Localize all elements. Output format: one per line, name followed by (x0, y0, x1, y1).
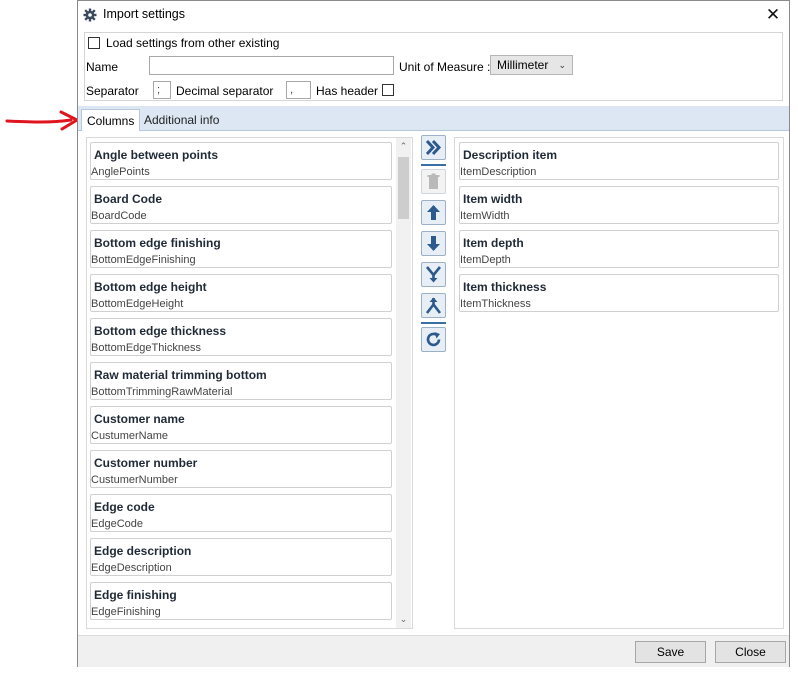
columns-tab-panel: Angle between points AnglePoints Board Cod… (78, 131, 789, 635)
has-header-checkbox[interactable] (382, 84, 394, 96)
import-settings-dialog: Import settings ✕ Load settings from oth… (77, 0, 790, 667)
reset-button[interactable] (421, 327, 446, 352)
add-all-button[interactable] (421, 135, 446, 160)
has-header-label: Has header (316, 84, 379, 98)
tab-columns[interactable]: Columns (81, 109, 141, 131)
column-field-name: ItemWidth (460, 210, 510, 222)
gear-icon (83, 8, 97, 22)
column-field-name: ItemDepth (460, 254, 511, 266)
tab-additional-info[interactable]: Additional info (139, 109, 224, 131)
separator-label: Separator (86, 84, 139, 98)
column-title: Description item (463, 148, 558, 162)
dialog-title: Import settings (103, 7, 185, 21)
available-columns-list: Angle between points AnglePoints Board Cod… (86, 137, 413, 629)
separator-input[interactable]: ; (153, 81, 171, 99)
double-chevron-right-icon (425, 139, 442, 156)
column-card[interactable]: Description item ItemDescription (459, 142, 779, 180)
column-card[interactable]: Edge description EdgeDescription (90, 538, 392, 576)
column-card[interactable]: Item depth ItemDepth (459, 230, 779, 268)
column-card[interactable]: Edge finishing EdgeFinishing (90, 582, 392, 620)
decimal-separator-label: Decimal separator (176, 84, 274, 98)
column-field-name: ItemThickness (460, 298, 531, 310)
column-card[interactable]: Customer number CustumerNumber (90, 450, 392, 488)
move-down-button[interactable] (421, 231, 446, 256)
column-title: Bottom edge height (94, 280, 207, 294)
column-field-name: EdgeFinishing (91, 606, 161, 618)
settings-panel: Load settings from other existing Name U… (84, 32, 783, 101)
unit-of-measure-label: Unit of Measure : (399, 60, 491, 74)
move-up-button[interactable] (421, 200, 446, 225)
annotation-arrow-icon (5, 110, 79, 131)
column-title: Bottom edge thickness (94, 324, 227, 338)
split-icon (425, 297, 442, 314)
column-field-name: BottomEdgeThickness (91, 342, 202, 354)
load-settings-checkbox[interactable] (88, 37, 100, 49)
column-card[interactable]: Edge code EdgeCode (90, 494, 392, 532)
tab-strip: Columns Additional info (78, 106, 789, 131)
column-title: Bottom edge finishing (94, 236, 221, 250)
column-title: Customer name (94, 412, 185, 426)
separator-line (421, 164, 446, 166)
column-field-name: BottomTrimmingRawMaterial (91, 386, 233, 398)
selected-columns-list: Description item ItemDescription Item widt… (454, 137, 784, 629)
column-title: Angle between points (94, 148, 219, 162)
column-title: Edge description (94, 544, 192, 558)
chevron-down-icon[interactable]: ⌄ (396, 611, 411, 628)
column-card[interactable]: Board Code BoardCode (90, 186, 392, 224)
save-button[interactable]: Save (635, 641, 706, 663)
column-card[interactable]: Bottom edge height BottomEdgeHeight (90, 274, 392, 312)
arrow-down-icon (427, 236, 440, 251)
column-field-name: ItemDescription (460, 166, 537, 178)
column-card[interactable]: Item width ItemWidth (459, 186, 779, 224)
arrow-up-icon (427, 205, 440, 220)
column-title: Edge finishing (94, 588, 177, 602)
dialog-footer: Save Close (78, 635, 789, 667)
column-field-name: BoardCode (91, 210, 147, 222)
merge-button[interactable] (421, 262, 446, 287)
chevron-down-icon: ⌄ (558, 60, 566, 70)
column-card[interactable]: Bottom edge finishing BottomEdgeFinishing (90, 230, 392, 268)
column-title: Item depth (463, 236, 524, 250)
column-card[interactable]: Bottom edge thickness BottomEdgeThickness (90, 318, 392, 356)
title-bar: Import settings ✕ (78, 1, 789, 29)
column-card[interactable]: Customer name CustumerName (90, 406, 392, 444)
name-input[interactable] (149, 56, 394, 75)
column-field-name: BottomEdgeFinishing (91, 254, 196, 266)
scroll-thumb[interactable] (398, 157, 409, 219)
split-button[interactable] (421, 293, 446, 318)
merge-icon (425, 266, 442, 283)
column-field-name: AnglePoints (91, 166, 150, 178)
column-field-name: CustumerName (91, 430, 169, 442)
column-title: Item thickness (463, 280, 547, 294)
column-field-name: EdgeCode (91, 518, 143, 530)
chevron-up-icon[interactable]: ⌃ (396, 138, 411, 155)
available-columns-items: Angle between points AnglePoints Board Cod… (90, 142, 392, 626)
selected-columns-items: Description item ItemDescription Item widt… (459, 142, 779, 318)
delete-button[interactable] (421, 169, 446, 194)
vertical-scrollbar[interactable]: ⌃ ⌄ (396, 138, 411, 628)
name-label: Name (86, 60, 119, 74)
column-title: Customer number (94, 456, 198, 470)
column-card[interactable]: Raw material trimming bottom BottomTrimmi… (90, 362, 392, 400)
trash-icon (427, 173, 440, 189)
unit-of-measure-value: Millimeter (497, 58, 549, 72)
column-title: Edge code (94, 500, 155, 514)
close-icon[interactable]: ✕ (762, 4, 784, 26)
column-title: Board Code (94, 192, 163, 206)
column-title: Raw material trimming bottom (94, 368, 267, 382)
unit-of-measure-dropdown[interactable]: Millimeter ⌄ (490, 55, 573, 75)
column-field-name: EdgeDescription (91, 562, 172, 574)
close-button[interactable]: Close (715, 641, 786, 663)
column-field-name: CustumerNumber (91, 474, 178, 486)
load-settings-label: Load settings from other existing (106, 36, 280, 50)
separator-line (421, 322, 446, 324)
decimal-separator-input[interactable]: , (286, 81, 311, 99)
column-card[interactable]: Item thickness ItemThickness (459, 274, 779, 312)
column-card[interactable]: Angle between points AnglePoints (90, 142, 392, 180)
column-field-name: BottomEdgeHeight (91, 298, 184, 310)
column-title: Item width (463, 192, 523, 206)
refresh-icon (426, 332, 441, 347)
